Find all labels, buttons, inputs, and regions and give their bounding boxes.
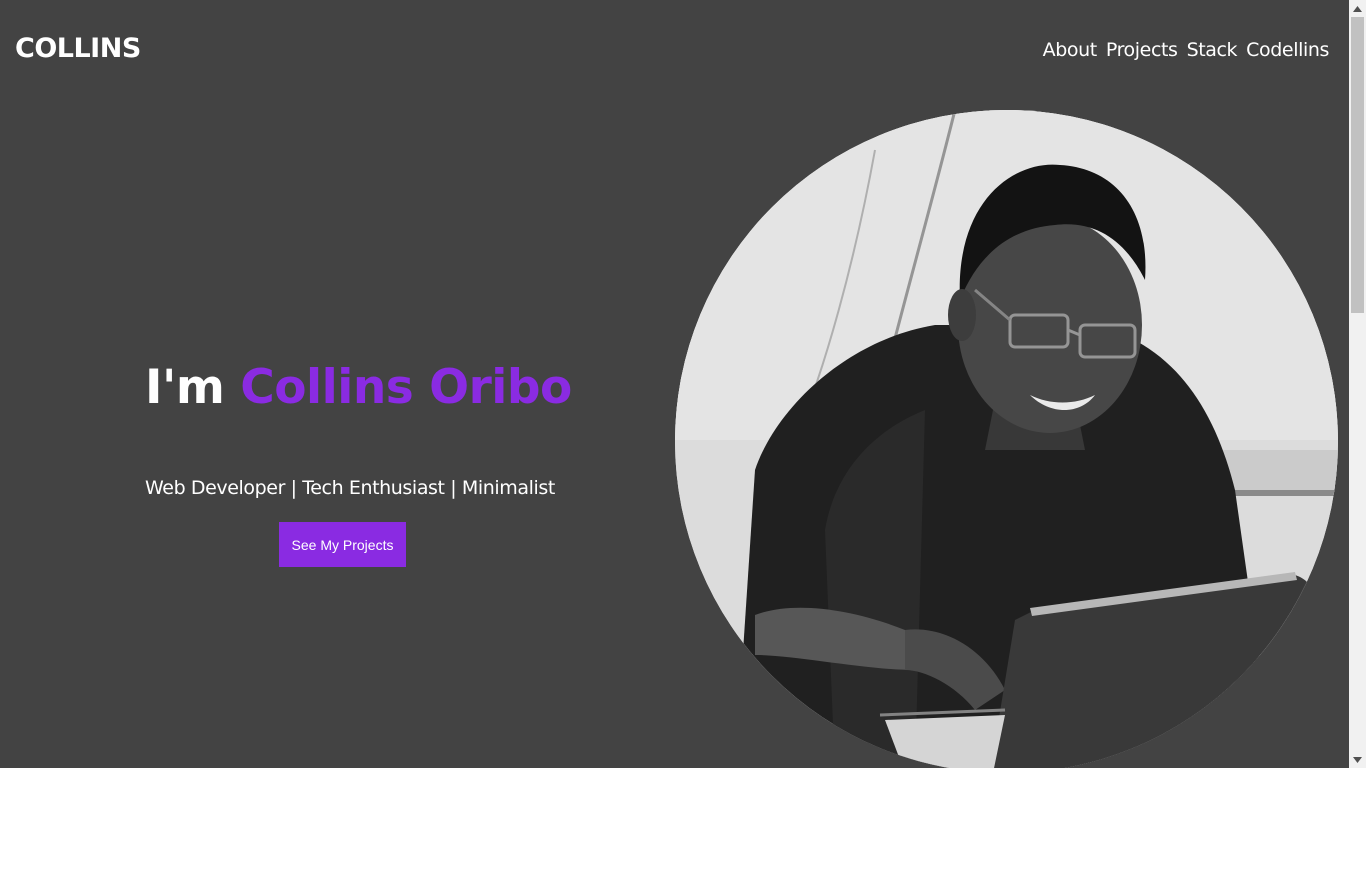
- hero-tagline: Web Developer | Tech Enthusiast | Minima…: [145, 477, 555, 499]
- hero-heading: I'm Collins Oribo: [145, 360, 572, 415]
- scroll-up-arrow[interactable]: [1349, 0, 1366, 17]
- triangle-up-icon: [1353, 5, 1362, 12]
- nav-link-about[interactable]: About: [1043, 39, 1098, 61]
- nav-link-stack[interactable]: Stack: [1187, 39, 1238, 61]
- scroll-down-arrow[interactable]: [1349, 751, 1366, 768]
- site-logo[interactable]: COLLINS: [15, 33, 141, 64]
- browser-viewport: COLLINS About Projects Stack Codellins I…: [0, 0, 1366, 768]
- hero-section: COLLINS About Projects Stack Codellins I…: [0, 0, 1349, 768]
- see-projects-button[interactable]: See My Projects: [279, 522, 406, 567]
- hero-name: Collins Oribo: [240, 360, 572, 415]
- triangle-down-icon: [1353, 756, 1362, 763]
- hero-greeting: I'm: [145, 360, 241, 415]
- main-nav: About Projects Stack Codellins: [1043, 39, 1330, 61]
- profile-photo: [675, 110, 1338, 768]
- nav-link-codellins[interactable]: Codellins: [1246, 39, 1329, 61]
- scroll-thumb[interactable]: [1351, 17, 1364, 313]
- nav-link-projects[interactable]: Projects: [1106, 39, 1178, 61]
- vertical-scrollbar[interactable]: [1349, 0, 1366, 768]
